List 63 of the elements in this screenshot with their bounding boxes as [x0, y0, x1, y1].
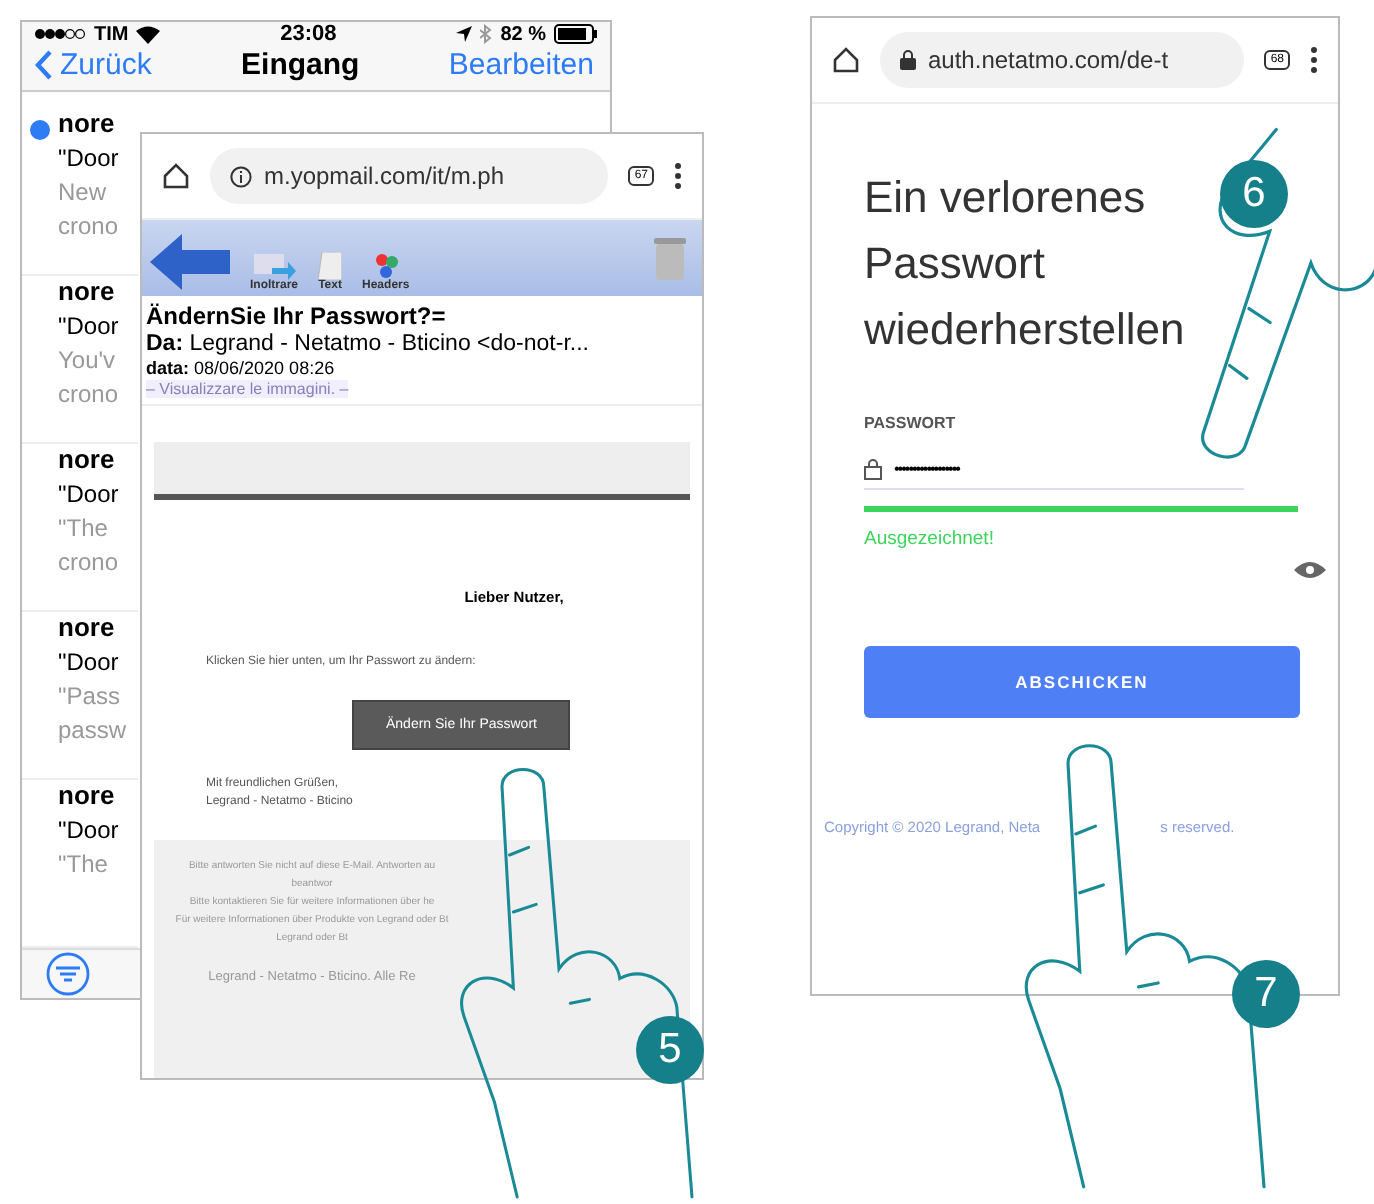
page-heading: Passwort — [864, 236, 1045, 292]
message-row[interactable]: nore "Door "Pass passw — [22, 612, 138, 781]
sender-name: nore — [58, 780, 115, 811]
signal-icon — [34, 28, 86, 40]
message-row[interactable]: nore "Door New crono — [22, 108, 138, 277]
message-subject: "Door — [58, 312, 119, 341]
url-text: auth.netatmo.com/de-t — [928, 46, 1169, 74]
page-icon — [318, 252, 343, 280]
strength-label: Ausgezeichnet! — [864, 528, 996, 550]
sender-name: nore — [58, 612, 115, 643]
battery-icon — [554, 24, 598, 44]
nav-title: Eingang — [241, 47, 360, 82]
lock-icon — [900, 50, 916, 70]
clock-time: 23:08 — [280, 22, 337, 46]
message-preview: passw — [58, 716, 127, 745]
address-bar[interactable]: auth.netatmo.com/de-t — [880, 32, 1245, 88]
message-row[interactable]: nore "Door "The crono — [22, 444, 138, 613]
page-heading: wiederherstellen — [864, 302, 1185, 358]
back-arrow-icon[interactable] — [150, 232, 230, 292]
message-row[interactable]: nore "Door You'v crono — [22, 276, 138, 445]
wifi-icon — [136, 25, 161, 43]
filter-icon[interactable] — [46, 952, 90, 997]
more-menu-icon[interactable] — [1310, 46, 1318, 74]
password-field[interactable]: •••••••••••••••••• — [864, 448, 1244, 490]
eye-icon[interactable] — [1294, 560, 1326, 580]
info-icon — [230, 165, 252, 187]
envelope-arrow-icon — [252, 252, 296, 280]
bluetooth-icon — [480, 24, 493, 44]
sender-name: nore — [58, 108, 115, 139]
home-icon[interactable] — [832, 46, 860, 74]
step-number: 7 — [1232, 960, 1300, 1028]
message-preview: You'v — [58, 346, 116, 375]
battery-percent: 82 % — [500, 23, 546, 45]
url-text: m.yopmail.com/it/m.ph — [264, 162, 505, 190]
field-label: PASSWORT — [864, 414, 958, 432]
page-heading: Ein verlorenes — [864, 170, 1146, 226]
message-preview: crono — [58, 548, 119, 577]
message-preview: crono — [58, 212, 119, 241]
back-button[interactable]: Zurück — [34, 47, 152, 82]
message-subject: "Door — [58, 480, 119, 509]
email-subject: ÄndernSie Ihr Passwort?= — [146, 302, 448, 330]
message-preview: "The — [58, 514, 108, 543]
address-bar[interactable]: m.yopmail.com/it/m.ph — [210, 148, 609, 204]
carrier-name: TIM — [94, 23, 129, 45]
sender-name: nore — [58, 444, 115, 475]
sender-name: nore — [58, 276, 115, 307]
submit-button[interactable]: ABSCHICKEN — [864, 646, 1300, 718]
lock-icon — [864, 457, 882, 479]
message-subject: "Door — [58, 144, 119, 173]
colored-dots-icon — [371, 252, 400, 280]
edit-button[interactable]: Bearbeiten — [448, 47, 594, 82]
more-menu-icon[interactable] — [674, 162, 682, 190]
message-preview: "The — [58, 850, 108, 879]
chevron-left-icon — [34, 49, 52, 80]
message-subject: "Door — [58, 648, 119, 677]
message-preview: "Pass — [58, 682, 120, 711]
message-preview: crono — [58, 380, 119, 409]
message-preview: New — [58, 178, 107, 207]
email-date: data: 08/06/2020 08:26 — [146, 358, 337, 378]
message-subject: "Door — [58, 816, 119, 845]
location-icon — [456, 26, 473, 42]
email-sender: Da: Legrand - Netatmo - Bticino <do-not-r... — [146, 332, 591, 356]
home-icon[interactable] — [162, 162, 190, 190]
